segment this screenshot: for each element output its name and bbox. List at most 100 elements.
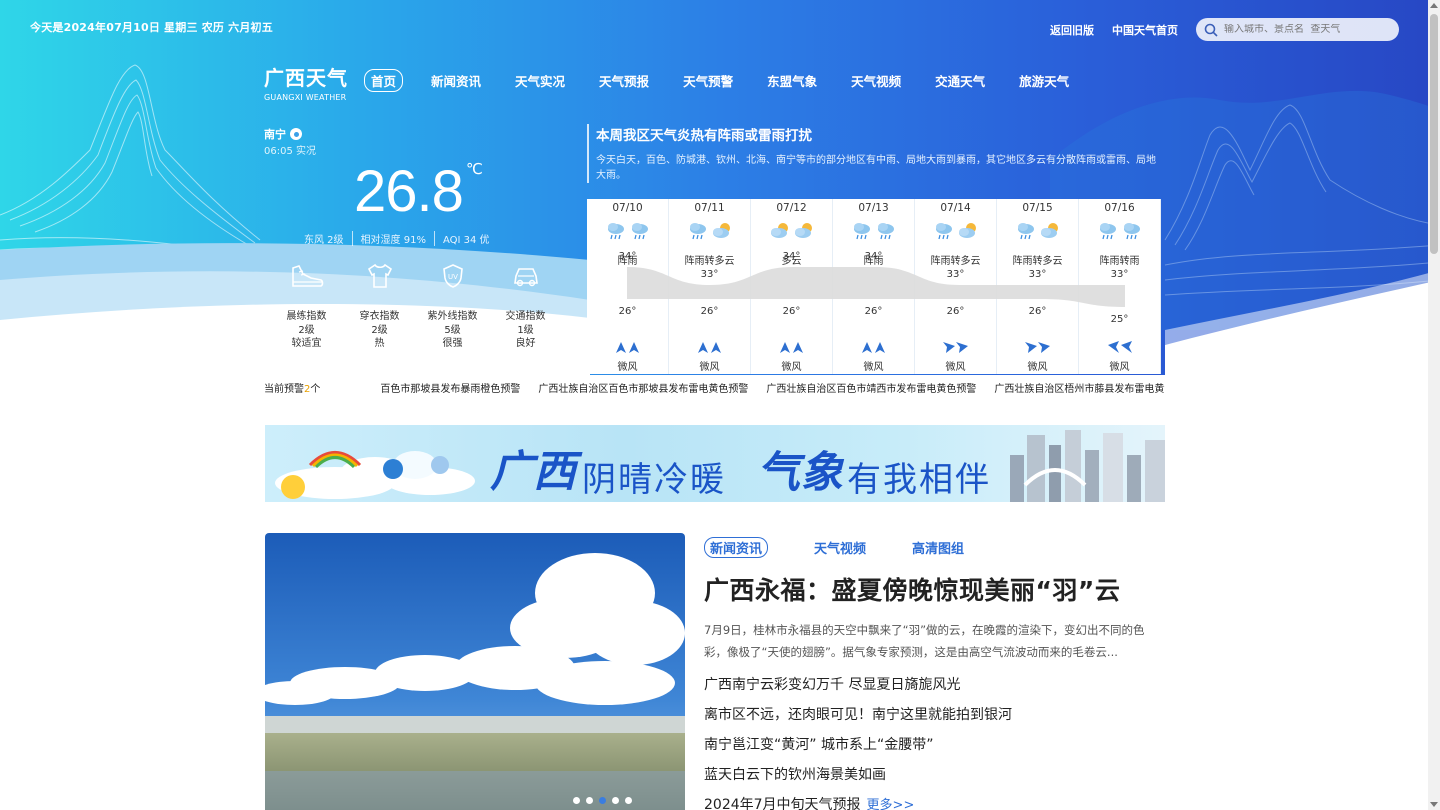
rain-icon: [607, 223, 624, 240]
scroll-up-arrow[interactable]: [1430, 3, 1438, 8]
warning-item[interactable]: 百色市那坡县发布暴雨橙色预警: [380, 380, 520, 394]
nav-observation[interactable]: 天气实况: [515, 71, 565, 90]
page-scrollbar[interactable]: [1428, 0, 1440, 810]
nav-traffic[interactable]: 交通天气: [935, 71, 985, 90]
forecast-day[interactable]: 07/16 阵雨转雨 33° 25° 微风: [1079, 199, 1161, 374]
index-desc: 很强: [442, 338, 463, 349]
tab-gallery[interactable]: 高清图组: [912, 538, 964, 557]
headline-title[interactable]: 本周我区天气炎热有阵雨或雷雨打扰: [596, 124, 1165, 144]
forecast-wind-icon: [587, 340, 668, 354]
nav-warning[interactable]: 天气预警: [683, 71, 733, 90]
promo-banner[interactable]: 广西 阴晴冷暖 气象 有我相伴: [265, 425, 1165, 502]
news-headline[interactable]: 广西永福：盛夏傍晚惊现美丽“羽”云: [704, 571, 1120, 607]
index-uv[interactable]: UV 紫外线指数 5级 很强: [416, 262, 489, 351]
forecast-day[interactable]: 07/10 阵雨 34° 26° 微风: [587, 199, 669, 374]
carousel-dot[interactable]: [612, 797, 619, 804]
carousel-dot[interactable]: [573, 797, 580, 804]
search-icon[interactable]: [1204, 23, 1218, 37]
news-list-item[interactable]: 2024年7月中旬天气预报: [704, 797, 861, 810]
top-links: 返回旧版 中国天气首页: [1050, 22, 1178, 38]
tab-news[interactable]: 新闻资讯: [704, 537, 769, 558]
east-wind-icon: [942, 342, 968, 353]
forecast-high-temp: 33°: [946, 269, 965, 280]
life-indices: 晨练指数 2级 较适宜 穿衣指数 2级 热 UV 紫外线指数 5级 很强 交通指…: [270, 262, 562, 351]
index-traffic[interactable]: 交通指数 1级 良好: [489, 262, 562, 351]
rain-icon: [935, 223, 952, 240]
nav-forecast[interactable]: 天气预报: [599, 71, 649, 90]
nav-home[interactable]: 首页: [364, 69, 404, 92]
location-icon[interactable]: [290, 128, 302, 140]
forecast-wind-icon: [833, 340, 914, 354]
forecast-weather-icons: [751, 221, 832, 241]
news-list-item[interactable]: 蓝天白云下的钦州海景美如画: [704, 765, 1012, 795]
warning-count-prefix: 当前预警: [264, 384, 304, 394]
more-link[interactable]: 更多>>: [867, 798, 915, 810]
forecast-wind-icon: [915, 340, 996, 354]
carousel-dot-active[interactable]: [599, 797, 606, 804]
forecast-weather-icons: [1079, 221, 1160, 241]
index-level: 2级: [371, 324, 388, 336]
forecast-weather-text: 阵雨转多云: [684, 256, 735, 267]
city-selector[interactable]: 南宁: [264, 126, 302, 142]
forecast-weather-icons: [997, 221, 1078, 241]
west-wind-icon: [1107, 341, 1132, 353]
north-wind-icon: [861, 342, 885, 353]
forecast-wind-icon: [751, 340, 832, 354]
banner-text-weather-changes: 阴晴冷暖: [582, 460, 726, 500]
news-carousel-photo[interactable]: [265, 533, 685, 810]
forecast-date: 07/13: [858, 202, 889, 214]
scroll-down-arrow[interactable]: [1430, 802, 1438, 807]
forecast-wind: 微风: [1109, 362, 1130, 373]
forecast-day[interactable]: 07/12 多云 34° 26° 微风: [751, 199, 833, 374]
forecast-weather-icons: [915, 221, 996, 241]
carousel-dot[interactable]: [586, 797, 593, 804]
forecast-day[interactable]: 07/13 阵雨 34° 26° 微风: [833, 199, 915, 374]
warning-item[interactable]: 广西壮族自治区百色市靖西市发布雷电黄色预警: [766, 380, 976, 394]
index-dressing[interactable]: 穿衣指数 2级 热: [343, 262, 416, 351]
forecast-date: 07/10: [612, 202, 643, 214]
search-input[interactable]: [1224, 24, 1394, 35]
forecast-low-temp: 25°: [1110, 314, 1129, 325]
forecast-day[interactable]: 07/11 阵雨转多云 33° 26° 微风: [669, 199, 751, 374]
banner-text-guangxi: 广西: [490, 447, 576, 497]
forecast-wind: 微风: [699, 362, 720, 373]
nav-asean[interactable]: 东盟气象: [767, 71, 817, 90]
humidity-value: 相对湿度 91%: [351, 231, 434, 246]
tab-video[interactable]: 天气视频: [814, 538, 866, 557]
warning-item[interactable]: 广西壮族自治区百色市那坡县发布雷电黄色预警: [538, 380, 748, 394]
date-line: 今天是2024年07月10日 星期三 农历 六月初五: [30, 21, 273, 34]
north-wind-icon: [697, 342, 721, 353]
forecast-wind: 微风: [863, 362, 884, 373]
headline-desc: 今天白天，百色、防城港、钦州、北海、南宁等市的部分地区有中雨、局地大雨到暴雨，其…: [596, 155, 1156, 181]
news-list-item[interactable]: 南宁邕江变“黄河” 城市系上“金腰带”: [704, 735, 1012, 765]
shirt-icon: [367, 263, 392, 288]
index-morning-exercise[interactable]: 晨练指数 2级 较适宜: [270, 262, 343, 351]
nav-news[interactable]: 新闻资讯: [431, 71, 481, 90]
nav-video[interactable]: 天气视频: [851, 71, 901, 90]
forecast-day[interactable]: 07/14 阵雨转多云 33° 26° 微风: [915, 199, 997, 374]
site-logo[interactable]: 广西天气 GUANGXI WEATHER: [264, 62, 348, 102]
nav-travel[interactable]: 旅游天气: [1019, 71, 1069, 90]
warning-count[interactable]: 当前预警2个: [264, 380, 320, 394]
news-list-item[interactable]: 广西南宁云彩变幻万千 尽显夏日旖旎风光: [704, 675, 1012, 705]
old-version-link[interactable]: 返回旧版: [1050, 22, 1094, 38]
forecast-weather-icons: [833, 221, 914, 241]
index-desc: 热: [374, 338, 385, 349]
scrollbar-thumb[interactable]: [1430, 14, 1438, 254]
cma-home-link[interactable]: 中国天气首页: [1112, 22, 1178, 38]
forecast-day[interactable]: 07/15 阵雨转多云 33° 26° 微风: [997, 199, 1079, 374]
warning-item[interactable]: 广西壮族自治区梧州市藤县发布雷电黄色预警: [994, 380, 1165, 394]
news-list-item[interactable]: 离市区不远，还肉眼可见！南宁这里就能拍到银河: [704, 705, 1012, 735]
search-box[interactable]: [1196, 18, 1399, 41]
forecast-date: 07/11: [694, 202, 725, 214]
weather-headline[interactable]: 本周我区天气炎热有阵雨或雷雨打扰 今天白天，百色、防城港、钦州、北海、南宁等市的…: [587, 124, 1165, 183]
index-level: 2级: [298, 324, 315, 336]
banner-text-with-you: 有我相伴: [847, 460, 991, 500]
logo-cn: 广西天气: [264, 66, 348, 90]
forecast-weather-icons: [587, 221, 668, 241]
carousel-dot[interactable]: [625, 797, 632, 804]
forecast-weather-text: 阵雨转多云: [930, 256, 981, 267]
forecast-high-temp: 34°: [864, 251, 883, 262]
partly-cloudy-icon: [1040, 223, 1058, 238]
forecast-low-temp: 26°: [618, 306, 637, 317]
